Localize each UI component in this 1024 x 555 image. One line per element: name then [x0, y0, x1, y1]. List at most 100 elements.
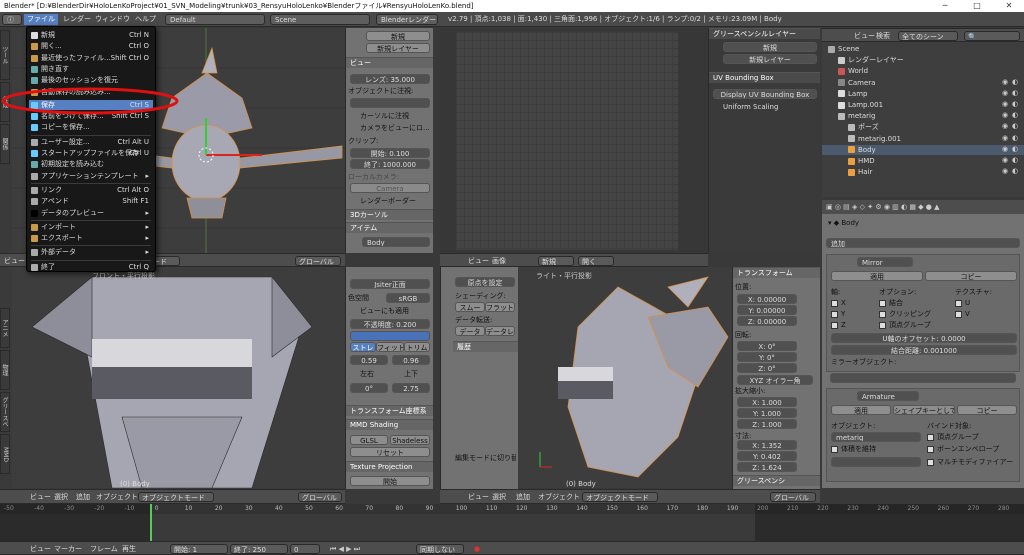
outliner-row[interactable]: Camera ◉ ◐ [822, 78, 1024, 88]
visibility-eye-icon[interactable]: ◉ [1002, 123, 1010, 130]
end-frame-field[interactable]: 終了: 250 [230, 544, 288, 554]
playback-controls[interactable]: ⏮ ◀ ▶ ⏭ [330, 544, 360, 554]
file-menu-item-1[interactable]: 開く... Ctrl O [29, 41, 153, 52]
file-menu-item-19[interactable]: 終了 Ctrl Q [29, 262, 153, 273]
properties-tab-icons[interactable]: ▣ ◎ ▤ ◈ ◇ ✦ ⚙ ◉ ▥ ◐ ▦ ◆ ● ▲ [826, 202, 940, 212]
flat-button[interactable]: フラット [485, 302, 515, 312]
render-visibility-icon[interactable]: ◐ [1012, 101, 1020, 108]
tab-grease-pencil[interactable]: グリースペ [0, 392, 10, 432]
visibility-eye-icon[interactable]: ◉ [1002, 112, 1010, 119]
visibility-eye-icon[interactable]: ◉ [1002, 101, 1010, 108]
clipping-checkbox[interactable]: クリッピング [879, 309, 949, 319]
visibility-eye-icon[interactable]: ◉ [1002, 145, 1010, 153]
data-layers-button[interactable]: データレ [485, 326, 515, 336]
start-frame-field[interactable]: 開始: 1 [170, 544, 228, 554]
render-engine-selector[interactable]: Blenderレンダー [376, 14, 438, 25]
merge-checkbox[interactable]: 結合 [879, 298, 949, 308]
file-menu-item-2[interactable]: 最近使ったファイル... Shift Ctrl O [29, 53, 153, 64]
visibility-eye-icon[interactable]: ◉ [1002, 157, 1010, 164]
render-visibility-icon[interactable]: ◐ [1012, 123, 1020, 130]
outliner-row[interactable]: Scene [822, 44, 1024, 54]
local-camera-field[interactable]: Camera [350, 183, 430, 193]
view-panel-head[interactable]: ビュー [346, 57, 433, 68]
outliner-view-menu[interactable]: ビュー [854, 31, 875, 41]
lock-object-field[interactable] [350, 98, 430, 108]
menu-render[interactable]: レンダー [60, 14, 94, 25]
item-panel-head[interactable]: アイテム [346, 222, 433, 233]
apply-view-checkbox[interactable]: ビューにも適用 [348, 306, 431, 316]
orientation-selector[interactable]: グローバル [295, 256, 341, 266]
timeline-view-menu[interactable]: ビュー [30, 544, 51, 554]
mirror-name-field[interactable]: Mirror [857, 257, 913, 267]
mode-selector-right[interactable]: オブジェクトモード [582, 492, 658, 502]
add-menu-front[interactable]: 追加 [76, 492, 90, 502]
outliner-display-mode[interactable]: 全てのシーン [898, 31, 958, 41]
scene-selector[interactable]: Scene [270, 14, 370, 25]
location-z[interactable]: Z: 0.00000 [737, 316, 797, 326]
file-menu-item-8[interactable]: コピーを保存... [29, 122, 153, 133]
record-icon[interactable]: ● [474, 544, 480, 554]
outliner-row[interactable]: World [822, 66, 1024, 76]
current-frame-marker[interactable] [150, 504, 152, 541]
tab-animation[interactable]: アニメ [0, 308, 10, 348]
dimension-y[interactable]: Y: 0.402 [737, 451, 797, 461]
editor-type-icon[interactable]: ⓘ [2, 14, 22, 25]
outliner-row[interactable]: レンダーレイヤー [822, 55, 1024, 65]
camera-lock-checkbox[interactable]: カメラをビューにロ... [348, 123, 431, 133]
file-menu-item-17[interactable]: エクスポート ▸ [29, 233, 153, 244]
orientation-selector-right[interactable]: グローバル [770, 492, 816, 502]
outliner-row[interactable]: Lamp ◉ ◐ [822, 89, 1024, 99]
mode-selector-front[interactable]: オブジェクトモード [138, 492, 214, 502]
menu-window[interactable]: ウィンドウ [92, 14, 133, 25]
render-visibility-icon[interactable]: ◐ [1012, 145, 1020, 153]
render-border-checkbox[interactable]: レンダーボーダー [348, 196, 431, 206]
outliner-search-field[interactable]: 🔍 [964, 31, 1020, 41]
timeline-marker-menu[interactable]: マーカー [54, 544, 82, 554]
scale-y[interactable]: Y: 1.000 [737, 408, 797, 418]
select-menu-front[interactable]: 選択 [54, 492, 68, 502]
tab-relations[interactable]: 関係 [0, 124, 10, 164]
layout-selector[interactable]: Default [165, 14, 265, 25]
view-menu[interactable]: ビュー [4, 256, 25, 266]
visibility-eye-icon[interactable]: ◉ [1002, 89, 1010, 97]
offset-x-field[interactable]: 0.59 [350, 355, 388, 365]
close-icon[interactable]: ✕ [994, 0, 1024, 12]
select-menu-right[interactable]: 選択 [492, 492, 506, 502]
outliner-row[interactable]: Hair ◉ ◐ [822, 167, 1024, 177]
opacity-swatch[interactable] [350, 331, 430, 341]
file-menu-item-16[interactable]: インポート ▸ [29, 222, 153, 233]
image-name-field[interactable]: Jsiter正面 [350, 279, 430, 289]
tex-v-checkbox[interactable]: V [955, 309, 995, 319]
file-menu-item-12[interactable]: アプリケーションテンプレート ▸ [29, 171, 153, 182]
u-offset-field[interactable]: U軸のオフセット: 0.0000 [831, 333, 1017, 343]
location-x[interactable]: X: 0.00000 [737, 294, 797, 304]
outliner-row[interactable]: HMD ◉ ◐ [822, 156, 1024, 166]
object-menu-right[interactable]: オブジェクト [538, 492, 580, 502]
uv-open-button[interactable]: 開く [578, 256, 614, 266]
transform-head[interactable]: トランスフォーム [733, 267, 820, 278]
rotation-z[interactable]: Z: 0° [737, 363, 797, 373]
file-menu-item-13[interactable]: リンク Ctrl Alt O [29, 185, 153, 196]
viewport-right[interactable]: ライト・平行投影 (0) Body [518, 267, 732, 488]
stretch-button[interactable]: ストレ [350, 342, 376, 352]
outliner-row[interactable]: ポーズ ◉ ◐ [822, 122, 1024, 132]
tab-mmd[interactable]: MMD [0, 434, 10, 474]
render-visibility-icon[interactable]: ◐ [1012, 134, 1020, 142]
outliner-row[interactable]: Lamp.001 ◉ ◐ [822, 100, 1024, 110]
outliner-row[interactable]: Body ◉ ◐ [822, 144, 1024, 155]
uv-bounding-box-head[interactable]: UV Bounding Box [709, 72, 820, 83]
gp-layer-head[interactable]: グリースペンシルレイヤー [709, 28, 820, 39]
timeline[interactable]: -50 -40 -30 -20 -10 0 10 20 30 40 50 60 70 80 90 100 110… [0, 504, 1024, 541]
color-space-select[interactable]: sRGB [386, 293, 430, 303]
armature-name-field[interactable]: Armature [857, 391, 919, 401]
edit-mode-toggle[interactable]: 編集モードに切り替え [455, 453, 516, 463]
offset-y-field[interactable]: 0.96 [392, 355, 430, 365]
armature-object-field[interactable]: metarig [831, 432, 921, 442]
uv-gp-new-button[interactable]: 新規 [723, 42, 817, 52]
file-menu-item-3[interactable]: 開き直す [29, 64, 153, 75]
multi-modifier-checkbox[interactable]: マルチモディファイアー [927, 457, 1017, 467]
armature-copy-button[interactable]: コピー [957, 405, 1017, 415]
timeline-playback-menu[interactable]: 再生 [122, 544, 136, 554]
mmd-shading-head[interactable]: MMD Shading [346, 419, 433, 430]
view-menu-right[interactable]: ビュー [468, 492, 489, 502]
